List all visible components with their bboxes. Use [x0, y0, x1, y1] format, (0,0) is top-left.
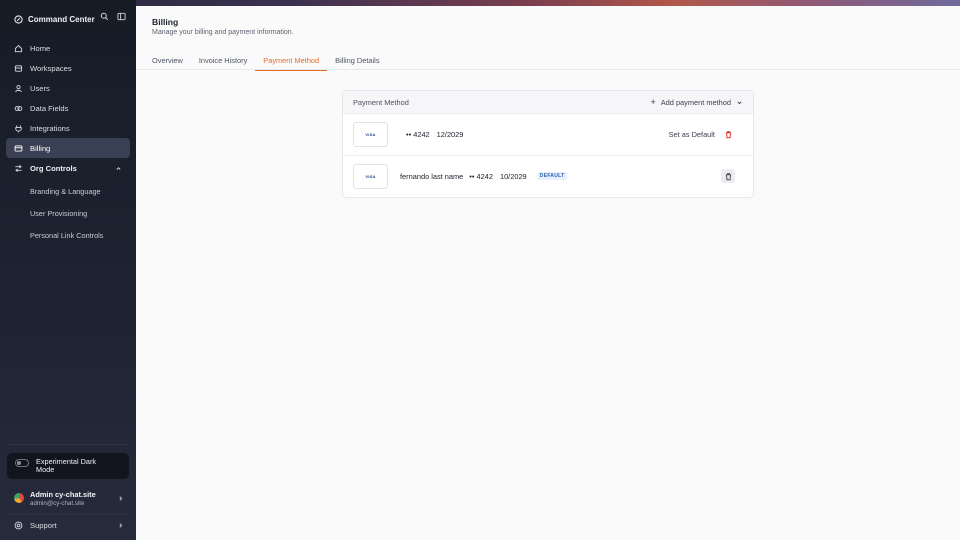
delete-button[interactable]	[721, 128, 735, 142]
sidebar-item-label: Integrations	[30, 123, 70, 133]
sidebar-divider	[7, 444, 129, 445]
add-payment-method-button[interactable]: + Add payment method	[650, 97, 743, 107]
sidebar-item-label: Org Controls	[30, 163, 77, 173]
add-payment-method-label: Add payment method	[660, 97, 731, 107]
brand-name: Command Center	[28, 14, 95, 24]
sidebar-item-billing[interactable]: Billing	[6, 138, 130, 158]
chevron-right-icon	[119, 495, 123, 501]
main-content: Billing Manage your billing and payment …	[136, 6, 960, 540]
card-expiry: 10/2029	[499, 171, 527, 181]
card-last4: •• 4242	[469, 171, 493, 181]
chevron-down-icon	[737, 100, 742, 104]
support-label: Support	[30, 520, 57, 530]
tab-invoice-history[interactable]: Invoice History	[199, 52, 247, 70]
sidebar-subitem-personal-link-controls[interactable]: Personal Link Controls	[6, 224, 130, 246]
visa-card-icon: VISA	[353, 122, 388, 147]
sidebar: Command Center Home Workspaces Users Dat…	[0, 0, 136, 540]
card-header: Payment Method + Add payment method	[343, 91, 753, 114]
sidebar-subitem-label: Personal Link Controls	[30, 230, 104, 240]
page-subtitle: Manage your billing and payment informat…	[152, 29, 294, 36]
home-icon	[14, 44, 23, 52]
card-expiry: 12/2029	[436, 130, 464, 139]
org-controls-icon	[15, 164, 22, 172]
card-brand: VISA	[365, 132, 376, 137]
plus-icon: +	[650, 97, 656, 107]
sidebar-nav: Home Workspaces Users Data Fields Integr…	[6, 38, 130, 246]
users-icon	[15, 84, 22, 92]
card-holder-name: fernando last name	[400, 171, 464, 181]
support-icon	[14, 521, 23, 529]
payment-method-card: Payment Method + Add payment method VISA…	[342, 90, 754, 198]
sidebar-item-label: Data Fields	[30, 103, 69, 113]
sidebar-item-label: Users	[30, 83, 50, 93]
page-title: Billing	[152, 17, 179, 27]
workspaces-icon	[14, 64, 23, 72]
dark-mode-panel: Experimental Dark Mode	[7, 453, 129, 479]
sidebar-subitem-label: Branding & Language	[30, 186, 101, 196]
card-last4: •• 4242	[406, 130, 430, 139]
default-badge: DEFAULT	[536, 172, 568, 180]
sidebar-item-users[interactable]: Users	[6, 78, 130, 98]
payment-method-row: VISA •• 4242 12/2029 Set as Default	[343, 114, 753, 155]
user-profile[interactable]: Admin cy-chat.site admin@cy-chat.site	[14, 487, 124, 509]
brand[interactable]: Command Center	[14, 12, 95, 26]
sidebar-toggle-icon[interactable]	[117, 12, 126, 21]
sidebar-item-label: Workspaces	[30, 63, 72, 73]
tab-divider	[136, 69, 960, 70]
chevron-up-icon[interactable]	[115, 165, 122, 172]
sidebar-item-org-controls[interactable]: Org Controls	[6, 158, 130, 178]
card-title: Payment Method	[353, 97, 409, 107]
billing-icon	[14, 145, 23, 151]
integrations-icon	[15, 124, 22, 132]
sidebar-subitem-label: User Provisioning	[30, 208, 88, 218]
sidebar-subitem-user-provisioning[interactable]: User Provisioning	[6, 202, 130, 224]
delete-button-disabled	[721, 169, 735, 183]
tab-overview[interactable]: Overview	[152, 52, 183, 70]
dark-mode-toggle[interactable]	[15, 459, 29, 467]
avatar	[14, 493, 24, 503]
card-brand: VISA	[365, 173, 376, 179]
sidebar-item-label: Billing	[30, 143, 51, 153]
visa-card-icon: VISA	[353, 163, 388, 189]
payment-method-row: VISA fernando last name •• 4242 10/2029 …	[343, 155, 753, 196]
trash-icon	[725, 172, 731, 180]
tab-payment-method[interactable]: Payment Method	[255, 52, 328, 71]
user-name: Admin cy-chat.site	[30, 489, 96, 499]
chevron-right-icon	[119, 522, 123, 528]
sidebar-item-workspaces[interactable]: Workspaces	[6, 58, 130, 78]
search-icon[interactable]	[100, 12, 109, 21]
set-as-default-button[interactable]: Set as Default	[669, 130, 715, 139]
sidebar-item-label: Home	[30, 43, 51, 53]
tab-billing-details[interactable]: Billing Details	[335, 52, 379, 70]
sidebar-item-home[interactable]: Home	[6, 38, 130, 58]
data-fields-icon	[14, 105, 23, 111]
sidebar-subitem-branding[interactable]: Branding & Language	[6, 180, 130, 202]
sidebar-divider	[7, 514, 129, 515]
user-email: admin@cy-chat.site	[30, 499, 85, 507]
support-link[interactable]: Support	[14, 518, 124, 532]
dark-mode-label: Experimental Dark Mode	[36, 457, 97, 474]
tab-bar: Overview Invoice History Payment Method …	[152, 52, 380, 71]
sidebar-item-integrations[interactable]: Integrations	[6, 118, 130, 138]
logo-icon	[14, 14, 23, 24]
trash-icon	[725, 131, 731, 139]
sidebar-item-data-fields[interactable]: Data Fields	[6, 98, 130, 118]
